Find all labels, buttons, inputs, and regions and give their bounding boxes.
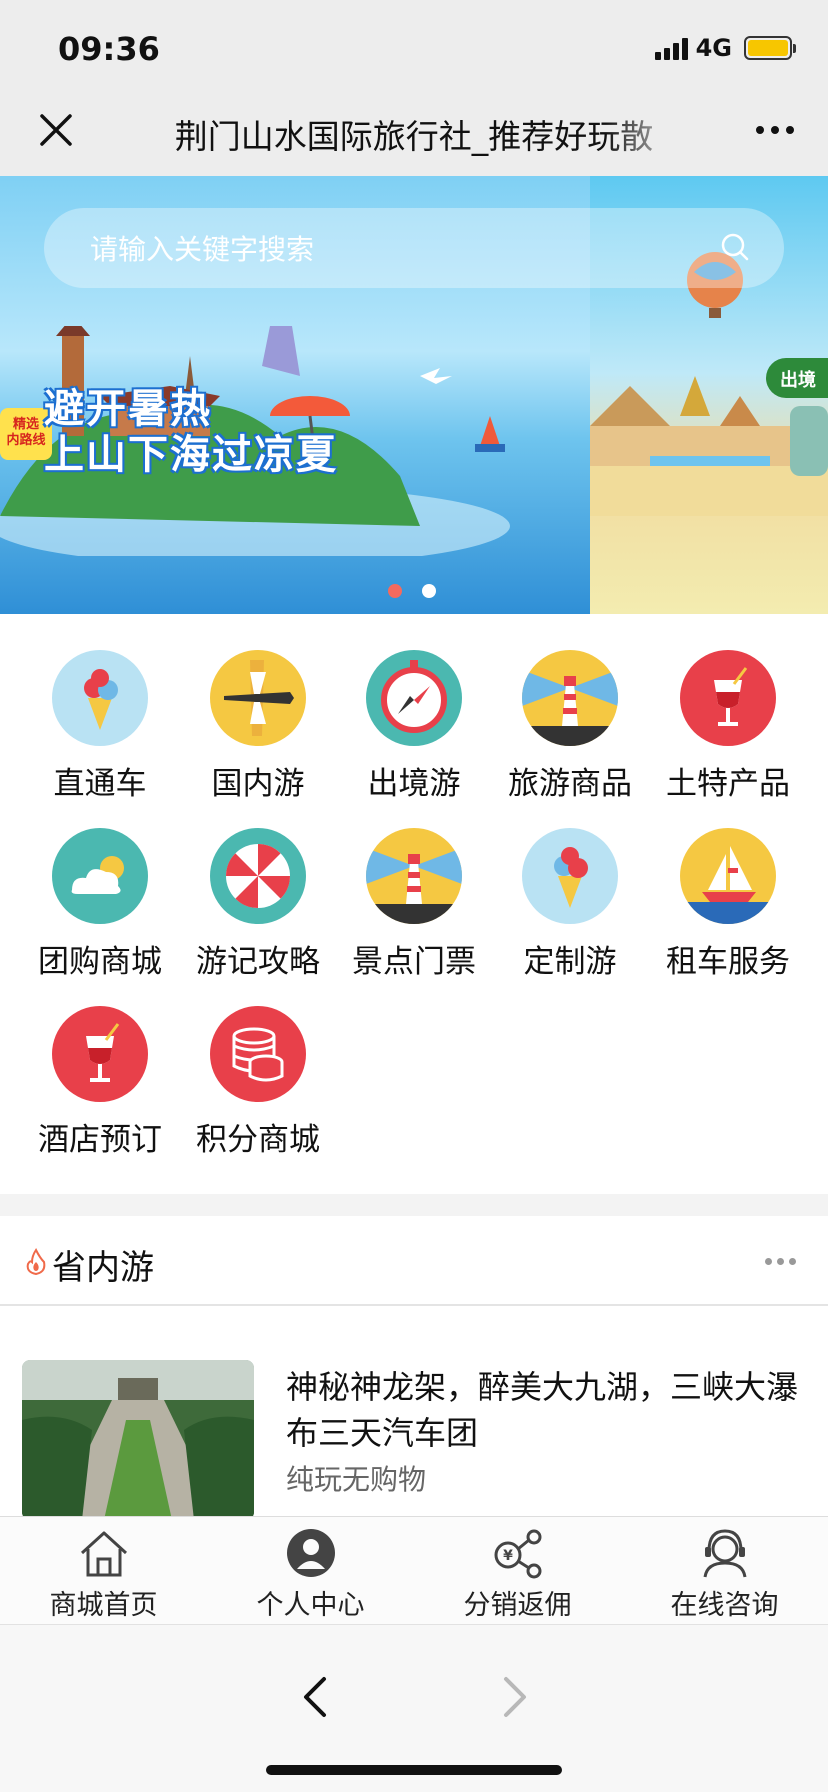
bottom-tab-bar: 商城首页 个人中心 ¥ 分销返佣 在线咨询	[0, 1516, 828, 1624]
ice-cream-icon	[522, 828, 618, 924]
compass-icon	[366, 650, 462, 746]
category-label: 旅游商品	[508, 766, 632, 802]
user-icon	[286, 1529, 335, 1577]
category-local-specialties[interactable]: 土特产品	[648, 650, 808, 803]
nav-bar: 荆门山水国际旅行社_推荐好玩散	[0, 96, 828, 176]
network-label: 4G	[695, 34, 732, 62]
battery-level	[748, 40, 788, 56]
category-direct-bus[interactable]: 直通车	[20, 650, 180, 803]
forward-arrow-icon[interactable]	[494, 1673, 534, 1721]
category-label: 直通车	[53, 766, 147, 802]
category-label: 土特产品	[666, 766, 790, 802]
product-subtitle: 纯玩无购物	[286, 1463, 427, 1496]
category-label: 游记攻略	[196, 944, 320, 980]
tab-online-consult[interactable]: 在线咨询	[621, 1525, 828, 1622]
coins-icon	[210, 1006, 306, 1102]
product-title[interactable]: 神秘神龙架，醉美大九湖，三峡大瀑布三天汽车团	[286, 1364, 798, 1456]
category-travel-notes[interactable]: 游记攻略	[178, 828, 338, 981]
status-indicators: 4G	[654, 34, 796, 62]
beach-umbrella-icon	[210, 828, 306, 924]
category-car-rental[interactable]: 租车服务	[648, 828, 808, 981]
banner-headline: 避开暑热 上山下海过凉夏	[44, 386, 338, 478]
status-time: 09:36	[58, 30, 160, 68]
banner-headline-line1: 避开暑热	[44, 386, 212, 432]
page-title: 荆门山水国际旅行社_推荐好玩散	[174, 117, 654, 156]
status-bar: 09:36 4G	[0, 0, 828, 96]
close-icon[interactable]	[38, 112, 74, 148]
search-icon[interactable]	[720, 232, 750, 262]
sailboat-icon	[680, 828, 776, 924]
category-label: 积分商城	[196, 1122, 320, 1158]
product-card[interactable]: 神秘神龙架，醉美大九湖，三峡大瀑布三天汽车团 纯玩无购物	[0, 1306, 828, 1516]
category-label: 租车服务	[666, 944, 790, 980]
category-label: 国内游	[211, 766, 305, 802]
back-arrow-icon[interactable]	[296, 1673, 336, 1721]
category-travel-goods[interactable]: 旅游商品	[490, 650, 650, 803]
desert-illustration	[590, 376, 828, 516]
home-icon	[80, 1531, 127, 1577]
tab-commission[interactable]: ¥ 分销返佣	[414, 1525, 621, 1622]
cocktail-icon	[52, 1006, 148, 1102]
carousel-dots	[388, 584, 436, 598]
carousel-dot[interactable]	[388, 584, 402, 598]
lighthouse-icon	[366, 828, 462, 924]
search-bar[interactable]: 请输入关键字搜索	[44, 208, 784, 288]
carousel-dot[interactable]	[422, 584, 436, 598]
battery-icon	[744, 36, 796, 60]
section-header: 省内游	[0, 1216, 828, 1306]
tab-label: 个人中心	[256, 1590, 365, 1621]
home-indicator	[266, 1765, 562, 1775]
category-label: 出境游	[367, 766, 461, 802]
more-dots-icon[interactable]	[756, 126, 794, 134]
lighthouse-icon	[522, 650, 618, 746]
tab-label: 商城首页	[49, 1590, 158, 1621]
flame-icon	[26, 1248, 46, 1276]
product-thumbnail	[22, 1360, 254, 1516]
tab-home[interactable]: 商城首页	[0, 1525, 207, 1622]
tab-label: 在线咨询	[670, 1590, 779, 1621]
share-commission-icon: ¥	[494, 1529, 541, 1579]
category-points-mall[interactable]: 积分商城	[178, 1006, 338, 1159]
category-label: 酒店预订	[38, 1122, 162, 1158]
category-group-buy[interactable]: 团购商城	[20, 828, 180, 981]
section-title: 省内游	[52, 1248, 154, 1288]
ice-cream-icon	[52, 650, 148, 746]
category-outbound[interactable]: 出境游	[334, 650, 494, 803]
category-label: 景点门票	[352, 944, 476, 980]
browser-toolbar	[0, 1624, 828, 1792]
tab-profile[interactable]: 个人中心	[207, 1525, 414, 1622]
category-label: 团购商城	[38, 944, 162, 980]
category-custom-tour[interactable]: 定制游	[490, 828, 650, 981]
tab-label: 分销返佣	[463, 1590, 572, 1621]
category-label: 定制游	[523, 944, 617, 980]
signal-icon	[654, 36, 688, 60]
customer-service-icon	[703, 1529, 746, 1578]
section-divider	[0, 1194, 828, 1216]
weather-icon	[52, 828, 148, 924]
category-hotel[interactable]: 酒店预订	[20, 1006, 180, 1159]
category-grid: 直通车 国内游 出境游 旅游商品 土特产品 团购商城 游记攻略 景点门票 定制游…	[0, 614, 828, 1194]
airplane-icon	[210, 650, 306, 746]
svg-text:¥: ¥	[503, 1548, 513, 1564]
cocktail-icon	[680, 650, 776, 746]
search-input[interactable]: 请输入关键字搜索	[90, 228, 314, 268]
category-tickets[interactable]: 景点门票	[334, 828, 494, 981]
banner-headline-line2: 上山下海过凉夏	[44, 432, 338, 478]
category-domestic[interactable]: 国内游	[178, 650, 338, 803]
more-dots-icon[interactable]	[765, 1258, 796, 1265]
banner-carousel[interactable]: 精选 内路线 避开暑热 上山下海过凉夏 出境 请输入关键字搜索	[0, 176, 828, 614]
